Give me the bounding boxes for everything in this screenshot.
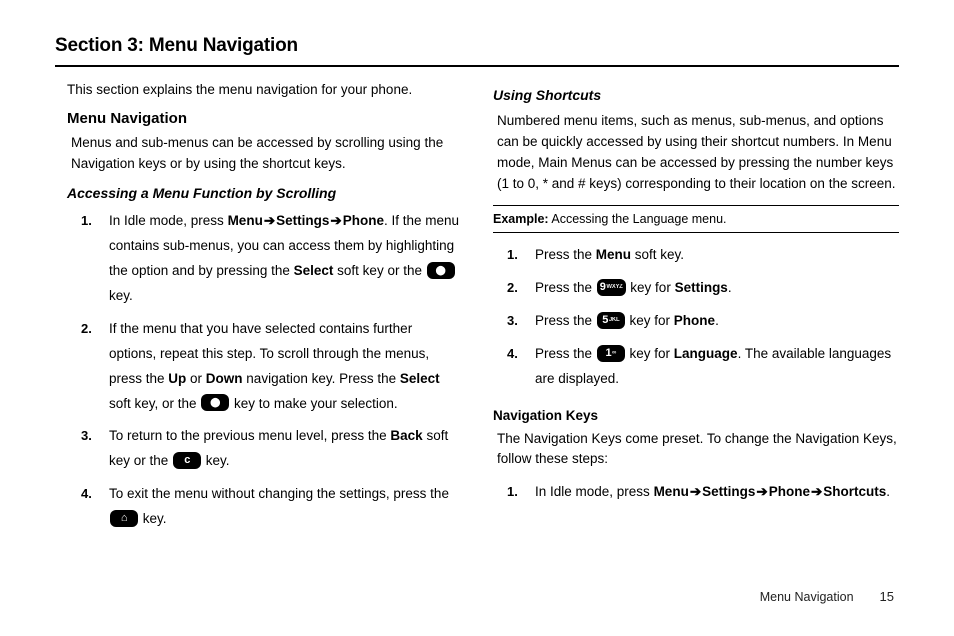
step-text: soft key.: [631, 247, 684, 262]
step-text: key to make your selection.: [230, 396, 397, 411]
page-number: 15: [880, 589, 894, 604]
step-text: Press the: [535, 313, 596, 328]
footer-label: Menu Navigation: [760, 590, 854, 604]
step-text: In Idle mode, press: [535, 484, 654, 499]
menu-nav-desc: Menus and sub-menus can be accessed by s…: [71, 133, 461, 175]
step-text: soft key or the: [333, 263, 425, 278]
list-item: To return to the previous menu level, pr…: [81, 424, 461, 482]
down-label: Down: [206, 371, 243, 386]
step-text: Press the: [535, 346, 596, 361]
settings-label: Settings: [702, 484, 755, 499]
left-column: This section explains the menu navigatio…: [55, 81, 461, 548]
example-text: Accessing the Language menu.: [549, 212, 727, 226]
step-text: key for: [626, 346, 674, 361]
content-columns: This section explains the menu navigatio…: [55, 81, 899, 548]
step-text: To exit the menu without changing the se…: [109, 486, 449, 501]
arrow-icon: ➔: [689, 480, 702, 505]
back-label: Back: [390, 428, 422, 443]
ok-key-icon: ⬤: [201, 394, 229, 411]
shortcuts-label: Shortcuts: [823, 484, 886, 499]
nav-keys-steps: In Idle mode, press Menu ➔ Settings ➔ Ph…: [507, 480, 899, 513]
step-text: soft key, or the: [109, 396, 200, 411]
list-item: Press the 5JKL key for Phone.: [507, 309, 899, 342]
heading-using-shortcuts: Using Shortcuts: [493, 87, 899, 103]
list-item: To exit the menu without changing the se…: [81, 482, 461, 540]
step-text: navigation key. Press the: [243, 371, 400, 386]
ok-key-icon: ⬤: [427, 262, 455, 279]
shortcuts-desc: Numbered menu items, such as menus, sub-…: [497, 111, 899, 195]
heading-menu-navigation: Menu Navigation: [67, 110, 461, 127]
step-text: .: [886, 484, 890, 499]
list-item: If the menu that you have selected conta…: [81, 317, 461, 425]
end-key-icon: ⌂: [110, 510, 138, 527]
right-column: Using Shortcuts Numbered menu items, suc…: [493, 81, 899, 548]
list-item: Press the Menu soft key.: [507, 243, 899, 276]
step-text: In Idle mode, press: [109, 213, 228, 228]
section-title: Section 3: Menu Navigation: [55, 35, 899, 57]
language-label: Language: [674, 346, 738, 361]
step-text: key for: [627, 280, 675, 295]
step-text: To return to the previous menu level, pr…: [109, 428, 390, 443]
phone-label: Phone: [343, 213, 384, 228]
phone-label: Phone: [769, 484, 810, 499]
nine-key-icon: 9WXYZ: [597, 279, 626, 296]
step-text: .: [728, 280, 732, 295]
arrow-icon: ➔: [263, 209, 276, 234]
page-footer: Menu Navigation 15: [760, 589, 894, 604]
intro-text: This section explains the menu navigatio…: [67, 81, 461, 100]
arrow-icon: ➔: [755, 480, 768, 505]
step-text: key for: [626, 313, 674, 328]
step-text: .: [715, 313, 719, 328]
one-key-icon: 1∞: [597, 345, 625, 362]
select-label: Select: [400, 371, 440, 386]
phone-label: Phone: [674, 313, 715, 328]
step-text: or: [186, 371, 206, 386]
step-text: key.: [139, 511, 167, 526]
menu-label: Menu: [228, 213, 263, 228]
scrolling-steps: In Idle mode, press Menu ➔ Settings ➔ Ph…: [81, 209, 461, 541]
list-item: Press the 1∞ key for Language. The avail…: [507, 342, 899, 400]
example-label: Example:: [493, 212, 549, 226]
arrow-icon: ➔: [810, 480, 823, 505]
step-text: key.: [109, 288, 133, 303]
heading-navigation-keys: Navigation Keys: [493, 408, 899, 423]
shortcut-steps: Press the Menu soft key. Press the 9WXYZ…: [507, 243, 899, 400]
step-text: Press the: [535, 247, 596, 262]
arrow-icon: ➔: [329, 209, 342, 234]
heading-accessing-scrolling: Accessing a Menu Function by Scrolling: [67, 185, 461, 201]
step-text: key.: [202, 453, 230, 468]
menu-label: Menu: [654, 484, 689, 499]
list-item: Press the 9WXYZ key for Settings.: [507, 276, 899, 309]
c-key-icon: ᴄ: [173, 452, 201, 469]
list-item: In Idle mode, press Menu ➔ Settings ➔ Ph…: [81, 209, 461, 317]
select-label: Select: [294, 263, 334, 278]
up-label: Up: [168, 371, 186, 386]
list-item: In Idle mode, press Menu ➔ Settings ➔ Ph…: [507, 480, 899, 513]
five-key-icon: 5JKL: [597, 312, 625, 329]
menu-label: Menu: [596, 247, 631, 262]
example-line: Example: Accessing the Language menu.: [493, 212, 899, 226]
nav-keys-desc: The Navigation Keys come preset. To chan…: [497, 429, 899, 471]
example-divider-bottom: [493, 232, 899, 233]
title-divider: [55, 65, 899, 67]
settings-label: Settings: [276, 213, 329, 228]
step-text: Press the: [535, 280, 596, 295]
example-divider-top: [493, 205, 899, 206]
settings-label: Settings: [675, 280, 728, 295]
